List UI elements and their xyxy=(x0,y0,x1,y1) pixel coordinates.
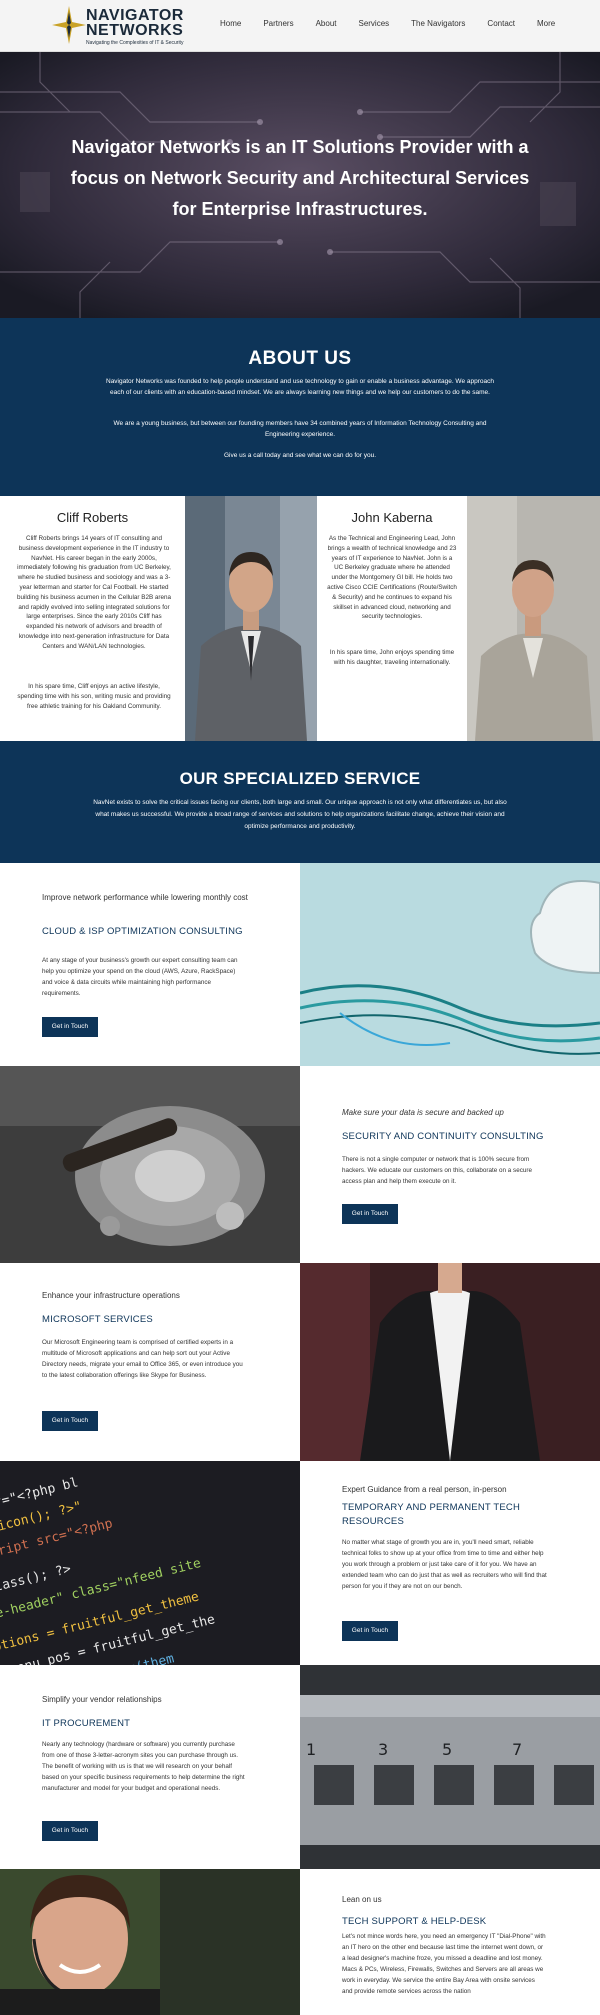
vault-door-image xyxy=(0,1066,300,1263)
service-kicker: Improve network performance while loweri… xyxy=(42,893,248,902)
logo-text-line2: NETWORKS xyxy=(86,22,184,39)
cliff-photo xyxy=(185,496,317,741)
get-in-touch-button[interactable]: Get in Touch xyxy=(42,1017,98,1037)
about-section: ABOUT US Navigator Networks was founded … xyxy=(0,318,600,496)
service-text-panel: Improve network performance while loweri… xyxy=(0,863,300,1066)
bio-text-2: In his spare time, Cliff enjoys an activ… xyxy=(17,683,171,710)
hero-headline: Navigator Networks is an IT Solutions Pr… xyxy=(70,137,530,219)
service-title: TEMPORARY AND PERMANENT TECH RESOURCES xyxy=(342,1502,521,1527)
specialized-text: NavNet exists to solve the critical issu… xyxy=(93,799,507,830)
service-text-panel: Make sure your data is secure and backed… xyxy=(300,1066,600,1263)
logo-tagline: Navigating the Complexities of IT & Secu… xyxy=(86,40,184,46)
bio-name: Cliff Roberts xyxy=(56,510,129,525)
get-in-touch-button[interactable]: Get in Touch xyxy=(342,1204,398,1224)
nav-partners[interactable]: Partners xyxy=(263,19,293,28)
nav-contact[interactable]: Contact xyxy=(487,19,515,28)
main-nav: Home Partners About Services The Navigat… xyxy=(220,19,577,28)
specialized-title: OUR SPECIALIZED SERVICE xyxy=(179,769,421,788)
specialized-section: OUR SPECIALIZED SERVICE NavNet exists to… xyxy=(0,741,600,863)
service-description: Let's not mince words here, you need an … xyxy=(342,1933,546,1995)
service-title: SECURITY AND CONTINUITY CONSULTING xyxy=(342,1131,544,1142)
bio-text: As the Technical and Engineering Lead, J… xyxy=(327,535,457,621)
service-text-panel: Expert Guidance from a real person, in-p… xyxy=(300,1461,600,1665)
about-paragraph-1: Navigator Networks was founded to help p… xyxy=(106,378,494,396)
bio-text-2: In his spare time, John enjoys spending … xyxy=(329,649,455,666)
port-number: 3 xyxy=(378,1740,388,1759)
bio-cliff: Cliff Roberts Cliff Roberts brings 14 ye… xyxy=(0,496,185,741)
port-number: 7 xyxy=(512,1740,522,1759)
bio-text: Cliff Roberts brings 14 years of IT cons… xyxy=(16,535,171,650)
hero-banner: Navigator Networks is an IT Solutions Pr… xyxy=(0,52,600,318)
about-paragraph-2: We are a young business, but between our… xyxy=(113,420,487,438)
code-screen-image: href="<?php bl _favicon(); ?>" script sr… xyxy=(0,1461,300,1665)
support-agent-image xyxy=(0,1869,300,2015)
bio-name: John Kaberna xyxy=(351,510,433,525)
service-title: MICROSOFT SERVICES xyxy=(42,1314,153,1325)
service-kicker: Enhance your infrastructure operations xyxy=(42,1291,180,1300)
nav-about[interactable]: About xyxy=(316,19,337,28)
service-text-panel: Enhance your infrastructure operations M… xyxy=(0,1263,300,1461)
site-header: NAVIGATOR NETWORKS Navigating the Comple… xyxy=(0,0,600,52)
service-description: At any stage of your business's growth o… xyxy=(42,957,238,997)
bio-john: John Kaberna As the Technical and Engine… xyxy=(317,496,467,741)
service-cloud: Improve network performance while loweri… xyxy=(0,863,600,1066)
service-kicker: Make sure your data is secure and backed… xyxy=(342,1108,504,1117)
about-title: ABOUT US xyxy=(248,348,352,369)
logo[interactable]: NAVIGATOR NETWORKS Navigating the Comple… xyxy=(52,4,192,48)
port-number: 5 xyxy=(442,1740,452,1759)
service-text-panel: Lean on us TECH SUPPORT & HELP-DESK Let'… xyxy=(300,1869,600,2015)
network-switch-image: 1 3 5 7 xyxy=(300,1665,600,1869)
get-in-touch-button[interactable]: Get in Touch xyxy=(42,1821,98,1841)
john-portrait-image xyxy=(467,496,600,741)
business-person-image xyxy=(300,1263,600,1461)
compass-star-icon xyxy=(52,6,86,44)
service-text-panel: Simplify your vendor relationships IT PR… xyxy=(0,1665,300,1869)
service-tech-resources: href="<?php bl _favicon(); ?>" script sr… xyxy=(0,1461,600,1665)
service-tech-support: Lean on us TECH SUPPORT & HELP-DESK Let'… xyxy=(0,1869,600,2015)
team-section: Cliff Roberts Cliff Roberts brings 14 ye… xyxy=(0,496,600,741)
service-kicker: Lean on us xyxy=(342,1895,382,1904)
service-procurement: Simplify your vendor relationships IT PR… xyxy=(0,1665,600,1869)
service-title: TECH SUPPORT & HELP-DESK xyxy=(342,1916,487,1927)
nav-services[interactable]: Services xyxy=(358,19,389,28)
about-paragraph-3: Give us a call today and see what we can… xyxy=(223,452,377,459)
john-photo xyxy=(467,496,600,741)
nav-home[interactable]: Home xyxy=(220,19,241,28)
service-description: Nearly any technology (hardware or softw… xyxy=(42,1741,245,1792)
service-security: Make sure your data is secure and backed… xyxy=(0,1066,600,1263)
service-title: CLOUD & ISP OPTIMIZATION CONSULTING xyxy=(42,926,243,937)
get-in-touch-button[interactable]: Get in Touch xyxy=(42,1411,98,1431)
service-microsoft: Enhance your infrastructure operations M… xyxy=(0,1263,600,1461)
nav-more[interactable]: More xyxy=(537,19,555,28)
cloud-cable-image xyxy=(300,863,600,1066)
port-number: 1 xyxy=(306,1740,316,1759)
service-description: There is not a single computer or networ… xyxy=(342,1156,532,1185)
nav-the-navigators[interactable]: The Navigators xyxy=(411,19,465,28)
service-kicker: Expert Guidance from a real person, in-p… xyxy=(342,1485,507,1494)
cliff-portrait-image xyxy=(185,496,317,741)
service-kicker: Simplify your vendor relationships xyxy=(42,1695,162,1704)
get-in-touch-button[interactable]: Get in Touch xyxy=(342,1621,398,1641)
service-description: Our Microsoft Engineering team is compri… xyxy=(42,1339,243,1379)
service-title: IT PROCUREMENT xyxy=(42,1718,131,1729)
service-description: No matter what stage of growth you are i… xyxy=(342,1539,547,1590)
